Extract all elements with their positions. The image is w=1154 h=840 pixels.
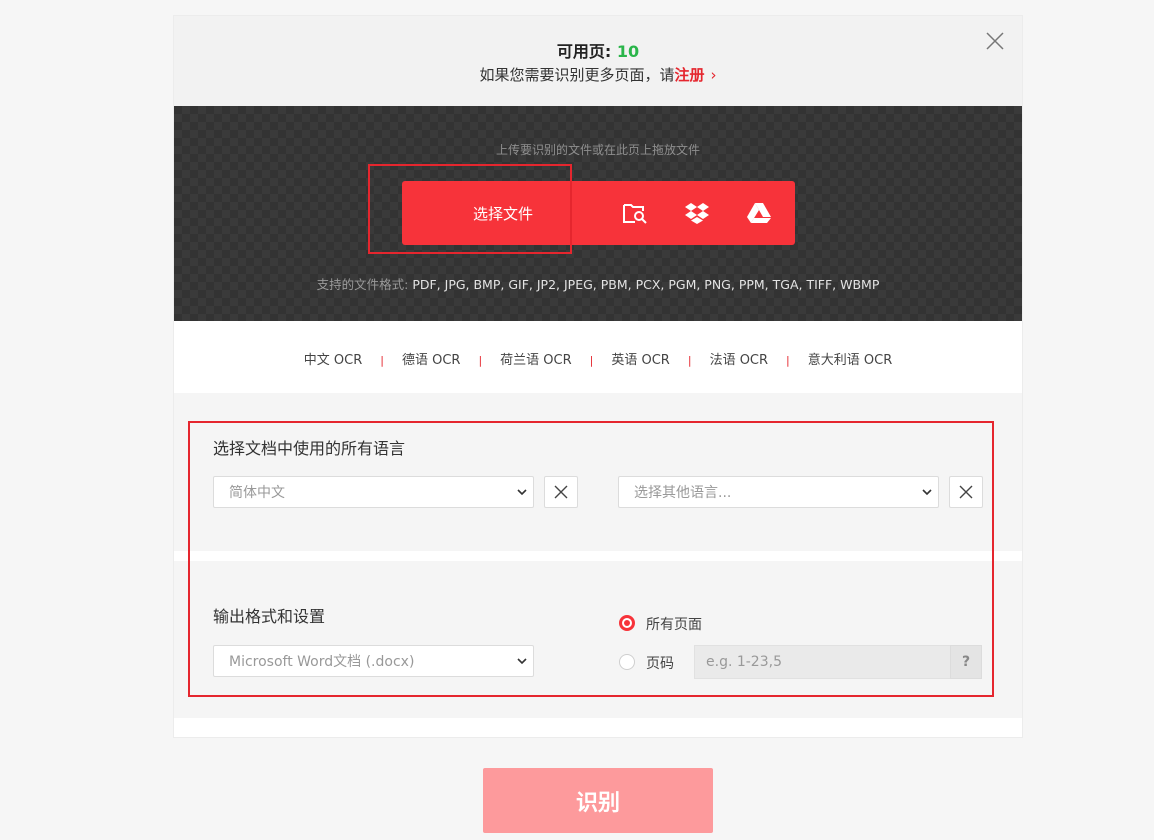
ocr-link-german[interactable]: 德语 OCR (402, 353, 460, 368)
google-drive-icon (747, 203, 771, 223)
language-section-title: 选择文档中使用的所有语言 (213, 439, 406, 458)
output-format-select[interactable]: Microsoft Word文档 (.docx) (213, 645, 534, 677)
all-pages-radio[interactable] (619, 615, 635, 631)
formats-label: 支持的文件格式: (316, 277, 413, 292)
separator: | (687, 354, 692, 367)
ocr-link-italian[interactable]: 意大利语 OCR (808, 353, 892, 368)
recognize-button[interactable]: 识别 (483, 768, 713, 833)
available-label: 可用页: (556, 42, 617, 61)
formats-list: PDF, JPG, BMP, GIF, JP2, JPEG, PBM, PCX,… (412, 277, 880, 292)
more-pages-text: 如果您需要识别更多页面，请 (479, 66, 675, 84)
ocr-link-dutch[interactable]: 荷兰语 OCR (500, 353, 571, 368)
help-button[interactable]: ? (950, 645, 982, 679)
page-range-label[interactable]: 页码 (646, 653, 674, 673)
output-section-title: 输出格式和设置 (213, 607, 326, 626)
clear-primary-language-button[interactable] (544, 476, 578, 508)
all-pages-label[interactable]: 所有页面 (646, 614, 702, 634)
page-range-input[interactable]: e.g. 1-23,5 (694, 645, 951, 679)
separator: | (589, 354, 594, 367)
available-count: 10 (616, 42, 640, 61)
drag-hint: 上传要识别的文件或在此页上拖放文件 (495, 143, 700, 157)
close-icon (959, 485, 973, 499)
primary-language-select[interactable]: 简体中文 (213, 476, 534, 508)
chevron-right-icon[interactable]: › (711, 66, 717, 84)
language-settings-panel: 选择文档中使用的所有语言 简体中文 选择其他语言... (174, 393, 1022, 551)
folder-search-icon (623, 204, 647, 224)
chevron-down-icon (922, 489, 932, 496)
secondary-language-placeholder: 选择其他语言... (634, 485, 732, 501)
ocr-link-english[interactable]: 英语 OCR (611, 353, 669, 368)
choose-file-button[interactable]: 选择文件 (402, 181, 604, 245)
primary-language-value: 简体中文 (229, 485, 285, 501)
upload-dropzone[interactable]: 上传要识别的文件或在此页上拖放文件 选择文件 支持的文件格式: PDF, JPG… (174, 106, 1022, 321)
dropbox-button[interactable] (666, 181, 728, 245)
output-settings-panel: 输出格式和设置 Microsoft Word文档 (.docx) 所有页面 页码… (174, 561, 1022, 718)
ocr-link-french[interactable]: 法语 OCR (710, 353, 768, 368)
chevron-down-icon (517, 658, 527, 665)
separator: | (380, 354, 384, 367)
register-prompt: 如果您需要识别更多页面，请注册 › (174, 64, 1022, 85)
output-format-value: Microsoft Word文档 (.docx) (229, 654, 415, 670)
ocr-card: 可用页: 10 如果您需要识别更多页面，请注册 › 上传要识别的文件或在此页上拖放… (173, 15, 1023, 738)
separator: | (478, 354, 483, 367)
ocr-language-links: 中文 OCR | 德语 OCR | 荷兰语 OCR | 英语 OCR | 法语 OCR | 意大利语… (174, 349, 1022, 368)
secondary-language-select[interactable]: 选择其他语言... (618, 476, 939, 508)
register-link[interactable]: 注册 (675, 66, 705, 84)
page-range-radio[interactable] (619, 654, 635, 670)
close-icon[interactable] (984, 30, 1006, 52)
supported-formats: 支持的文件格式: PDF, JPG, BMP, GIF, JP2, JPEG, … (174, 274, 1022, 293)
separator: | (786, 354, 790, 367)
clear-secondary-language-button[interactable] (949, 476, 983, 508)
google-drive-button[interactable] (728, 181, 790, 245)
close-icon (554, 485, 568, 499)
dropbox-icon (685, 203, 709, 224)
chevron-down-icon (517, 489, 527, 496)
ocr-link-chinese[interactable]: 中文 OCR (304, 353, 362, 368)
folder-search-button[interactable] (604, 181, 666, 245)
upload-button-group: 选择文件 (402, 181, 795, 245)
pages-banner: 可用页: 10 如果您需要识别更多页面，请注册 › (174, 16, 1022, 106)
page-range-placeholder: e.g. 1-23,5 (706, 654, 782, 670)
available-pages: 可用页: 10 (174, 38, 1022, 62)
